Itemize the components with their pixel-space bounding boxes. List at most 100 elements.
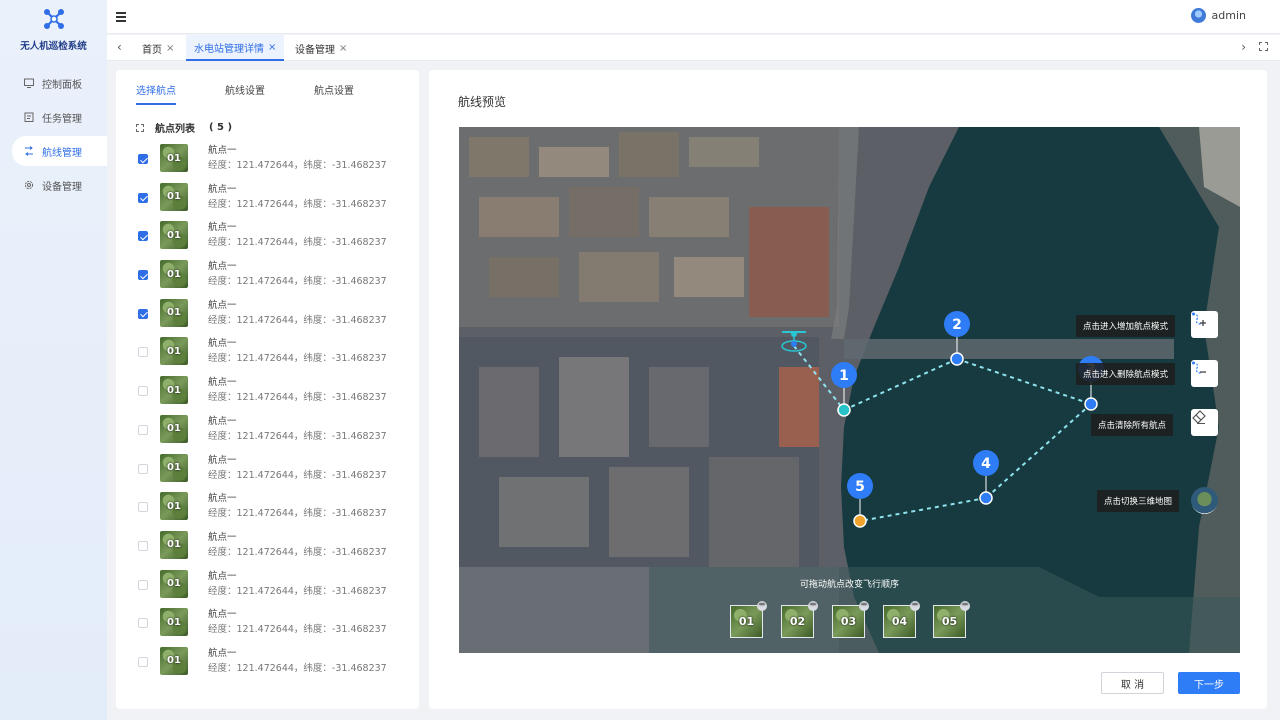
list-item[interactable]: 01 航点一 经度：121.472644，纬度：-31.468237 <box>138 376 418 415</box>
tab-device-management[interactable]: 设备管理 × <box>287 35 355 61</box>
waypoint-info: 航点一 经度：121.472644，纬度：-31.468237 <box>208 144 387 172</box>
route-order-thumb-04[interactable]: 04− <box>883 601 920 638</box>
list-item[interactable]: 01 航点一 经度：121.472644，纬度：-31.468237 <box>138 182 418 222</box>
satellite-map[interactable]: 1 2 3 4 <box>459 127 1240 653</box>
list-item[interactable]: 01 航点一 经度：121.472644，纬度：-31.468237 <box>138 453 418 493</box>
route-order-thumb-03[interactable]: 03− <box>832 601 869 638</box>
svg-text:2: 2 <box>952 317 962 333</box>
list-item[interactable]: 01 航点一 经度：121.472644，纬度：-31.468237 <box>138 221 418 260</box>
waypoint-list-header: 航点列表 ( 5 ) <box>136 120 232 135</box>
waypoint-checkbox[interactable] <box>138 347 148 358</box>
waypoint-checkbox[interactable] <box>138 618 148 629</box>
list-item[interactable]: 01 航点一 经度：121.472644，纬度：-31.468237 <box>138 337 418 376</box>
remove-icon[interactable]: − <box>808 601 818 611</box>
list-item[interactable]: 01 航点一 经度：121.472644，纬度：-31.468237 <box>138 414 418 454</box>
close-icon[interactable]: × <box>268 42 276 53</box>
tab-waypoint-settings[interactable]: 航点设置 <box>314 82 354 105</box>
waypoint-info: 航点一 经度：121.472644，纬度：-31.468237 <box>208 299 387 327</box>
select-all-checkbox[interactable] <box>136 123 144 132</box>
delete-waypoint-button[interactable] <box>1191 360 1218 387</box>
remove-icon[interactable]: − <box>910 601 920 611</box>
close-icon[interactable]: × <box>166 43 174 54</box>
waypoint-coords: 经度：121.472644，纬度：-31.468237 <box>208 585 387 597</box>
list-item[interactable]: 01 航点一 经度：121.472644，纬度：-31.468237 <box>138 298 418 338</box>
waypoint-checkbox[interactable] <box>138 386 148 397</box>
waypoint-thumbnail: 01 <box>160 182 188 211</box>
tab-route-settings[interactable]: 航线设置 <box>225 82 265 105</box>
chevron-right-icon[interactable]: › <box>1241 40 1246 54</box>
waypoint-thumbnail: 01 <box>160 144 188 172</box>
sidebar-item-label: 控制面板 <box>42 79 82 91</box>
add-waypoint-icon <box>1192 312 1206 326</box>
next-step-button[interactable]: 下一步 <box>1178 672 1240 694</box>
waypoint-checkbox[interactable] <box>138 579 148 590</box>
waypoint-checkbox[interactable] <box>138 231 148 242</box>
list-item[interactable]: 01 航点一 经度：121.472644，纬度：-31.468237 <box>138 492 418 531</box>
waypoint-checkbox[interactable] <box>138 540 148 551</box>
waypoint-checkbox[interactable] <box>138 424 148 435</box>
waypoint-thumbnail: 01 <box>160 376 188 405</box>
eraser-icon <box>1192 410 1206 424</box>
user-menu[interactable]: admin <box>1190 8 1246 23</box>
waypoint-checkbox[interactable] <box>138 192 148 203</box>
svg-text:1: 1 <box>839 368 849 384</box>
waypoint-info: 航点一 经度：121.472644，纬度：-31.468237 <box>208 183 387 211</box>
sidebar-item-tasks[interactable]: 任务管理 <box>12 102 107 132</box>
list-item[interactable]: 01 航点一 经度：121.472644，纬度：-31.468237 <box>138 144 418 183</box>
list-item[interactable]: 01 航点一 经度：121.472644，纬度：-31.468237 <box>138 530 418 570</box>
waypoint-coords: 经度：121.472644，纬度：-31.468237 <box>208 198 387 210</box>
waypoint-checkbox[interactable] <box>138 270 148 281</box>
waypoint-coords: 经度：121.472644，纬度：-31.468237 <box>208 546 387 558</box>
waypoint-info: 航点一 经度：121.472644，纬度：-31.468237 <box>208 570 387 598</box>
switch-3d-map-button[interactable] <box>1191 487 1218 514</box>
clear-waypoints-button[interactable] <box>1191 409 1218 436</box>
route-order-thumb-02[interactable]: 02− <box>781 601 818 638</box>
waypoint-name: 航点一 <box>208 261 237 273</box>
list-item[interactable]: 01 航点一 经度：121.472644，纬度：-31.468237 <box>138 608 418 647</box>
fullscreen-icon[interactable] <box>1259 42 1268 51</box>
tab-bar: ‹ 首页 × 水电站管理详情 × 设备管理 × › <box>107 35 1280 61</box>
list-title: 航点列表 <box>155 124 195 135</box>
route-icon <box>24 146 34 156</box>
waypoint-coords: 经度：121.472644，纬度：-31.468237 <box>208 662 387 674</box>
list-item[interactable]: 01 航点一 经度：121.472644，纬度：-31.468237 <box>138 569 418 609</box>
waypoint-checkbox[interactable] <box>138 502 148 513</box>
waypoint-thumbnail: 01 <box>160 221 188 250</box>
sidebar: 无人机巡检系统 控制面板 任务管理 航线管理 设备管理 <box>0 0 107 720</box>
tooltip-clear-waypoints: 点击清除所有航点 <box>1091 414 1174 436</box>
waypoint-thumbnail: 01 <box>160 337 188 366</box>
waypoint-checkbox[interactable] <box>138 656 148 667</box>
tab-select-waypoints[interactable]: 选择航点 <box>136 82 176 105</box>
waypoint-coords: 经度：121.472644，纬度：-31.468237 <box>208 237 387 249</box>
list-item[interactable]: 01 航点一 经度：121.472644，纬度：-31.468237 <box>138 260 418 299</box>
close-icon[interactable]: × <box>339 43 347 54</box>
waypoint-checkbox[interactable] <box>138 308 148 319</box>
list-item[interactable]: 01 航点一 经度：121.472644，纬度：-31.468237 <box>138 646 418 686</box>
waypoint-info: 航点一 经度：121.472644，纬度：-31.468237 <box>208 531 387 559</box>
sidebar-item-routes[interactable]: 航线管理 <box>12 136 107 166</box>
waypoint-coords: 经度：121.472644，纬度：-31.468237 <box>208 469 387 481</box>
tab-station-detail[interactable]: 水电站管理详情 × <box>186 35 285 61</box>
remove-icon[interactable]: − <box>859 601 869 611</box>
chevron-left-icon[interactable]: ‹ <box>117 40 122 54</box>
username: admin <box>1211 9 1246 22</box>
waypoint-checkbox[interactable] <box>138 463 148 474</box>
cancel-button[interactable]: 取 消 <box>1101 672 1164 694</box>
tab-home[interactable]: 首页 × <box>134 35 182 61</box>
sidebar-item-dashboard[interactable]: 控制面板 <box>12 68 107 98</box>
list-count: ( 5 ) <box>209 122 233 133</box>
app-title: 无人机巡检系统 <box>20 41 87 52</box>
waypoint-thumbnail: 01 <box>160 646 188 675</box>
sidebar-item-devices[interactable]: 设备管理 <box>12 170 107 200</box>
remove-icon[interactable]: − <box>757 601 767 611</box>
route-order-thumb-01[interactable]: 01− <box>730 601 767 638</box>
remove-icon[interactable]: − <box>960 601 970 611</box>
sidebar-item-label: 任务管理 <box>42 113 82 125</box>
add-waypoint-button[interactable] <box>1191 311 1218 338</box>
waypoint-checkbox[interactable] <box>138 154 148 164</box>
waypoint-coords: 经度：121.472644，纬度：-31.468237 <box>208 314 387 326</box>
route-order-thumb-05[interactable]: 05− <box>933 601 970 638</box>
menu-toggle-icon[interactable] <box>116 12 126 22</box>
map-canvas: 1 2 3 4 <box>459 127 1240 653</box>
waypoint-info: 航点一 经度：121.472644，纬度：-31.468237 <box>208 376 387 404</box>
